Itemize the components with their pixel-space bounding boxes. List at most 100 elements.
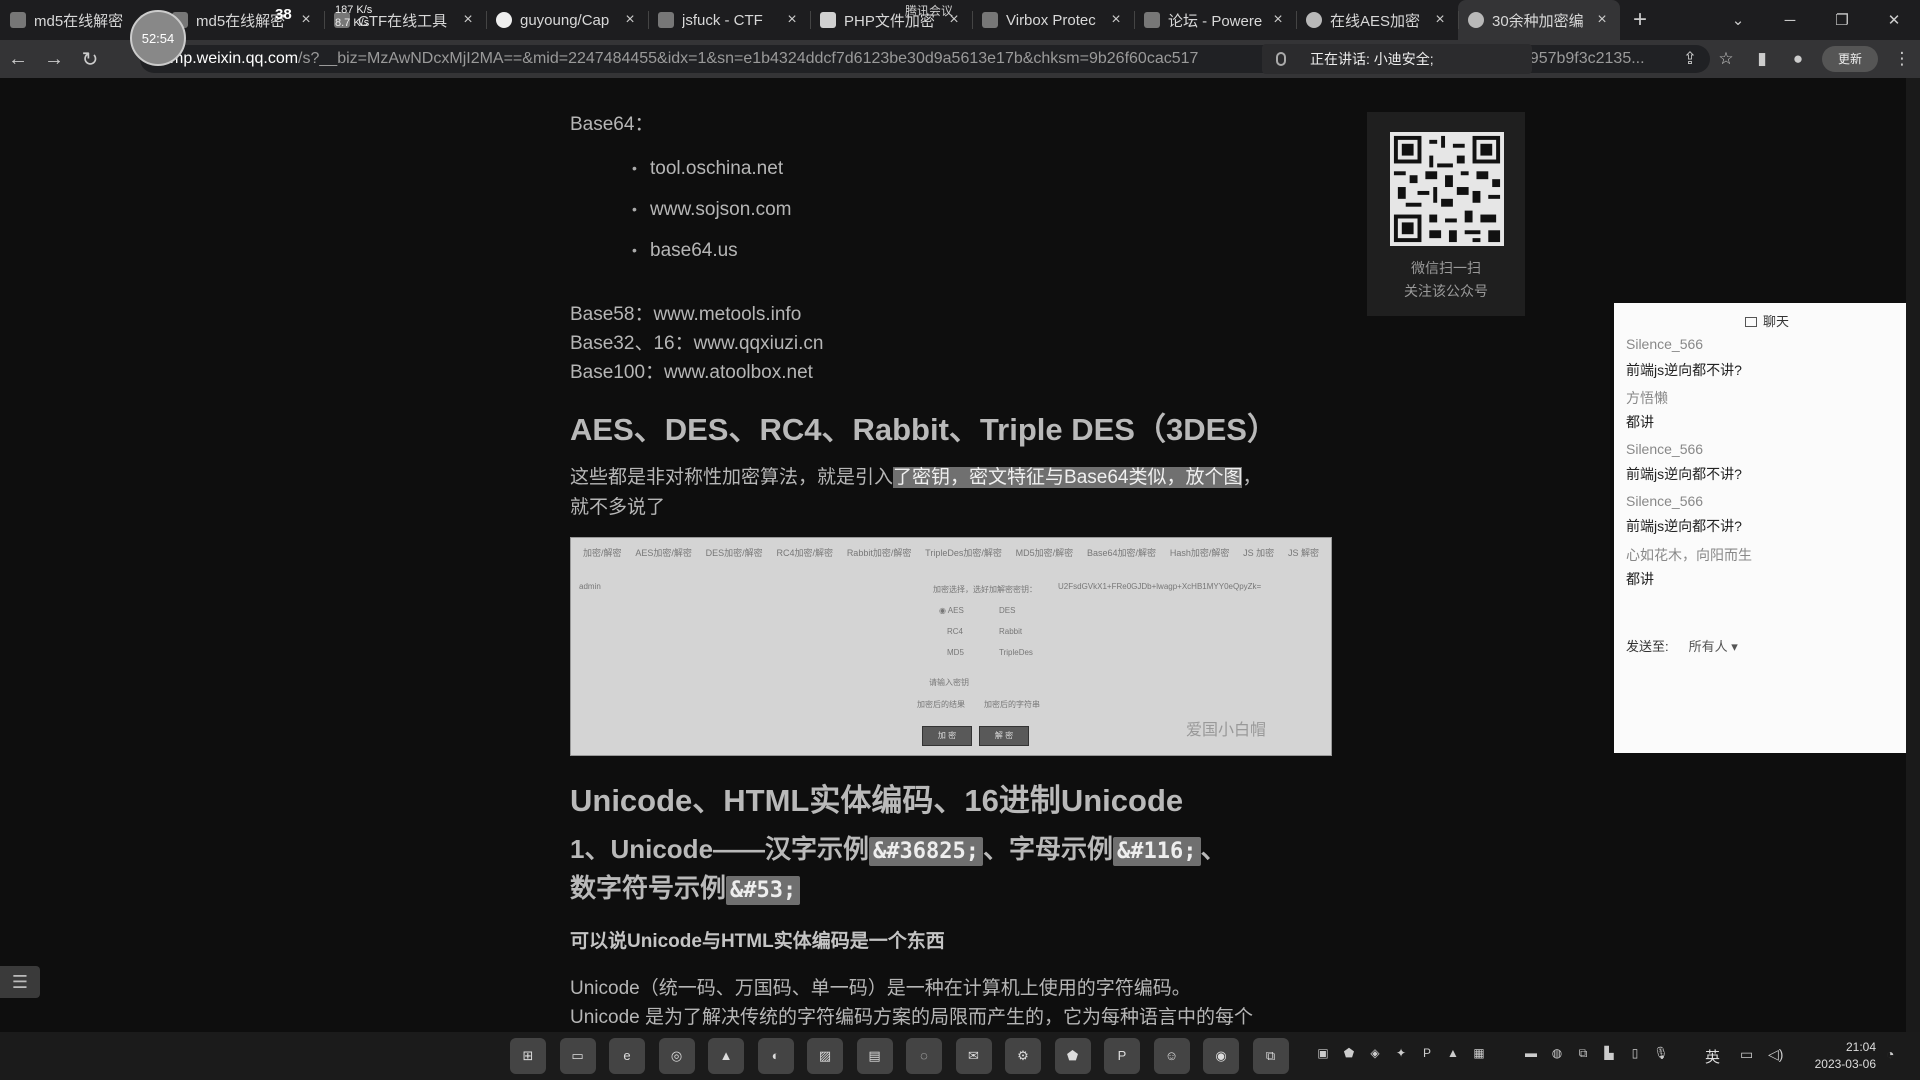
notification-icon[interactable]: ◔ [1886, 1046, 1894, 1062]
volume-icon[interactable]: ◁) [1768, 1046, 1783, 1063]
screenshot-option-tripledes: TripleDes [999, 648, 1033, 657]
send-to-dropdown[interactable]: 所有人 ▾ [1689, 639, 1738, 654]
gear-icon [1468, 12, 1484, 28]
bookmark-star-icon[interactable]: ☆ [1708, 49, 1744, 69]
chat-message: 都讲 [1626, 571, 1654, 587]
globe-icon [1306, 12, 1322, 28]
system-tray: ▣ ⬟ ◈ ✦ P ▲ ▦ ▬ ◍ ⧉ ▙ ▯ 🎙 [1310, 1046, 1674, 1064]
qr-code-icon [1390, 132, 1504, 246]
start-icon[interactable]: ⊞ [510, 1038, 546, 1074]
tab-close-icon[interactable]: × [460, 11, 476, 29]
tray-icon-6[interactable]: ▲ [1440, 1046, 1466, 1064]
ime-indicator[interactable]: 英 [1705, 1046, 1720, 1067]
forward-icon[interactable]: → [36, 48, 72, 71]
chrome-icon[interactable]: ◎ [658, 1038, 695, 1074]
clock-date: 2023-03-06 [1814, 1057, 1876, 1071]
tray-icon-4[interactable]: ✦ [1388, 1046, 1414, 1064]
system-clock[interactable]: 21:04 2023-03-06 [1796, 1039, 1876, 1073]
h3-text-d: 数字符号示例 [570, 873, 727, 903]
app-icon-10[interactable]: ✉ [955, 1038, 992, 1074]
toc-list-icon[interactable]: ☰ [0, 966, 40, 998]
tab-close-icon[interactable]: × [1594, 11, 1610, 29]
update-button[interactable]: 更新 [1822, 46, 1878, 72]
base64-site-1[interactable]: tool.oschina.net [632, 158, 783, 180]
tray-icon-13[interactable]: ▯ [1622, 1046, 1648, 1064]
menu-icon[interactable]: ⋮ [1884, 49, 1920, 69]
heading-symmetric: AES、DES、RC4、Rabbit、Triple DES（3DES） [570, 412, 1278, 447]
tab-close-icon[interactable]: × [1108, 11, 1124, 29]
screenshot-nav-item: JS 加密 [1243, 548, 1275, 558]
tab-label: guyoung/Cap [520, 11, 610, 29]
app-icon-8[interactable]: ▤ [856, 1038, 893, 1074]
browser-tab[interactable]: 论坛 - Powere × [1134, 0, 1296, 40]
tray-icon-12[interactable]: ▙ [1596, 1046, 1622, 1064]
browser-tab[interactable]: 30余种加密编 × [1458, 0, 1620, 40]
screenshot-option-aes: ◉ AES [939, 606, 964, 615]
tab-search-icon[interactable]: ⌄ [1712, 11, 1764, 29]
h3-text-b: 、字母示例 [983, 834, 1114, 864]
app-icon-5[interactable]: ▲ [708, 1038, 744, 1074]
screenshot-enc-hint: 加密后的结果 [917, 700, 965, 709]
url-path: /s?__biz=MzAwNDcxMjI2MA==&mid=2247484455… [298, 50, 1199, 67]
browser-tab[interactable]: 在线AES加密 × [1296, 0, 1458, 40]
tray-icon-5[interactable]: P [1414, 1046, 1440, 1064]
restore-icon[interactable]: ❐ [1816, 11, 1868, 29]
edge-icon[interactable]: e [609, 1038, 645, 1074]
app-icon-9[interactable]: ◌ [906, 1038, 942, 1074]
tab-close-icon[interactable]: × [622, 11, 638, 29]
tab-label: CTF在线工具 [358, 12, 448, 30]
settings-icon[interactable]: ⚙ [1005, 1038, 1041, 1074]
chat-username: Silence_566 [1626, 441, 1704, 457]
tab-close-icon[interactable]: × [784, 11, 800, 29]
windows-taskbar: ⊞ ▭ e ◎ ▲ ◐ ▨ ▤ ◌ ✉ ⚙ ⬟ P ☺ ◉ ⧉ ▣ ⬟ ◈ ✦ … [0, 1032, 1920, 1080]
tab-close-icon[interactable]: × [298, 11, 314, 29]
tray-icon-1[interactable]: ▣ [1310, 1046, 1336, 1064]
app-icon-15[interactable]: ◉ [1203, 1038, 1239, 1074]
screenshot-option-md5: MD5 [947, 648, 964, 657]
app-icon-12[interactable]: ⬟ [1054, 1038, 1091, 1074]
window-controls: ⌄ ─ ❐ ✕ [1712, 0, 1920, 40]
browser-tab[interactable]: Virbox Protec × [972, 0, 1134, 40]
network-icon[interactable]: ▭ [1740, 1046, 1753, 1063]
app-icon-6[interactable]: ◐ [757, 1038, 794, 1074]
chat-message: 前端js逆向都不讲? [1626, 466, 1742, 482]
file-explorer-icon[interactable]: ▭ [559, 1038, 596, 1074]
back-icon[interactable]: ← [0, 48, 36, 71]
close-window-icon[interactable]: ✕ [1868, 11, 1920, 29]
bold-statement: 可以说Unicode与HTML实体编码是一个东西 [570, 931, 945, 952]
heading-unicode: Unicode、HTML实体编码、16进制Unicode [570, 783, 1184, 818]
reload-icon[interactable]: ↻ [72, 47, 108, 72]
taskbar-apps: ⊞ ▭ e ◎ ▲ ◐ ▨ ▤ ◌ ✉ ⚙ ⬟ P ☺ ◉ ⧉ [510, 1038, 1302, 1074]
tab-close-icon[interactable]: × [1432, 11, 1448, 29]
microphone-icon[interactable]: 🎙 [1648, 1046, 1674, 1064]
tab-close-icon[interactable]: × [1270, 11, 1286, 29]
share-icon[interactable]: ⇪ [1672, 49, 1708, 69]
base32-line: Base32、16：www.qqxiuzi.cn [570, 333, 824, 354]
screenshot-decrypt-button: 解 密 [979, 726, 1029, 746]
minimize-icon[interactable]: ─ [1764, 12, 1816, 29]
screenshot-nav-item: DES加密/解密 [705, 548, 763, 558]
profile-icon[interactable]: ● [1780, 49, 1816, 69]
app-icon-16[interactable]: ⧉ [1252, 1038, 1289, 1074]
tray-icon-9[interactable]: ▬ [1518, 1046, 1544, 1064]
base64-site-2[interactable]: www.sojson.com [632, 199, 791, 221]
app-icon-13[interactable]: P [1104, 1038, 1140, 1074]
tray-icon-11[interactable]: ⧉ [1570, 1046, 1596, 1064]
new-tab-icon[interactable]: + [1620, 6, 1660, 34]
base64-site-3[interactable]: base64.us [632, 240, 738, 262]
tray-icon-8[interactable] [1492, 1046, 1518, 1064]
sidebar-icon[interactable]: ▮ [1744, 49, 1780, 69]
scrollbar-thumb[interactable] [1909, 78, 1917, 98]
tray-icon-2[interactable]: ⬟ [1336, 1046, 1362, 1064]
app-icon-14[interactable]: ☺ [1153, 1038, 1190, 1074]
mic-icon [1276, 52, 1286, 66]
browser-tab[interactable]: md5在线解密× [162, 0, 324, 40]
app-icon-7[interactable]: ▨ [807, 1038, 843, 1074]
tray-icon-10[interactable]: ◍ [1544, 1046, 1570, 1064]
tray-icon-7[interactable]: ▦ [1466, 1046, 1492, 1064]
browser-tab[interactable]: jsfuck - CTF × [648, 0, 810, 40]
browser-tab[interactable]: guyoung/Cap × [486, 0, 648, 40]
paragraph-symmetric: 这些都是非对称性加密算法，就是引入了密钥，密文特征与Base64类似，放个图， [570, 462, 1340, 489]
tray-icon-3[interactable]: ◈ [1362, 1046, 1388, 1064]
page-scrollbar[interactable] [1906, 78, 1920, 1038]
